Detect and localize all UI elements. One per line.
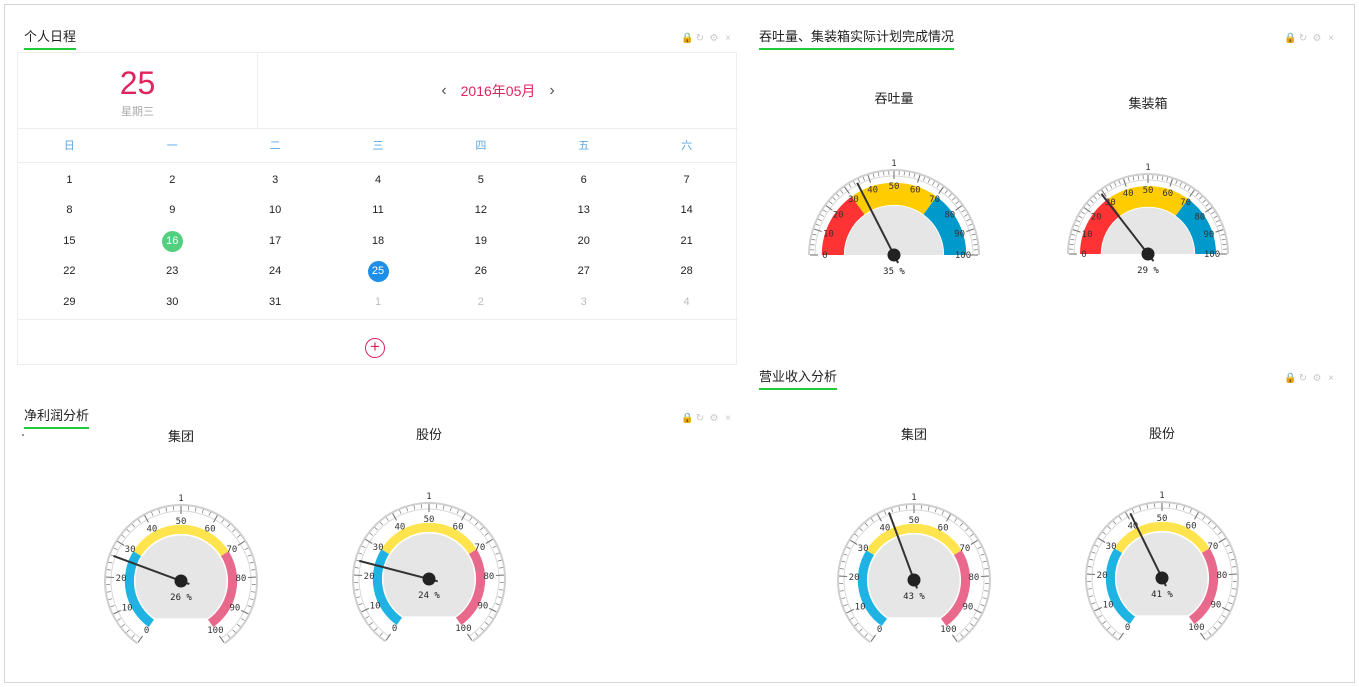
gauge-tick xyxy=(1094,544,1099,548)
gauge-top-label: 1 xyxy=(1159,491,1164,501)
gauge-tick xyxy=(1208,631,1212,636)
gauge-tick-label: 50 xyxy=(1157,514,1168,524)
gauge-tick-label: 20 xyxy=(1097,571,1108,581)
gauge-tick xyxy=(1232,566,1237,568)
gauge-tick-label: 10 xyxy=(1103,600,1114,610)
gauge-tick xyxy=(1087,566,1092,568)
gauge-tick xyxy=(1089,558,1094,561)
gauge-tick xyxy=(1091,551,1096,554)
share-revenue-gauge: 0102030405060708090100141 % xyxy=(1085,491,1239,642)
gauge-tick-label: 80 xyxy=(1216,571,1227,581)
gauge-tick xyxy=(1091,602,1096,605)
gauge-hub xyxy=(1155,571,1169,585)
gauge-tick xyxy=(1102,531,1107,535)
gauge-tick xyxy=(1118,516,1122,520)
gauge-tick xyxy=(1112,631,1116,636)
gauge-tick xyxy=(1230,595,1235,598)
gauge-tick xyxy=(1225,544,1230,548)
gauge-tick-label: 70 xyxy=(1207,542,1218,552)
gauge-tick-label: 60 xyxy=(1186,522,1197,532)
gauge-tick xyxy=(1107,626,1111,630)
gauge-tick xyxy=(1087,588,1092,590)
gauge-readout: 41 % xyxy=(1151,590,1173,600)
gauge-tick xyxy=(1213,526,1217,530)
gauge-tick xyxy=(1139,506,1142,511)
gauge-tick xyxy=(1217,531,1222,535)
gauge-tick xyxy=(1228,551,1233,554)
gauge-tick xyxy=(1112,520,1117,525)
gauge-tick xyxy=(1146,504,1149,509)
gauge-tick-label: 30 xyxy=(1106,542,1117,552)
gauge-tick-label: 0 xyxy=(1125,623,1130,633)
gauge-tick xyxy=(1102,621,1106,625)
gauge-tick xyxy=(1175,504,1178,509)
gauge-tick xyxy=(1202,516,1206,520)
gauge-tick-label: 100 xyxy=(1188,623,1204,633)
gauge-tick xyxy=(1207,520,1212,525)
gauge-tick xyxy=(1189,508,1192,513)
gauge-tick xyxy=(1213,626,1217,630)
gauge-tick xyxy=(1132,508,1135,513)
gauge-tick xyxy=(1230,558,1235,561)
gauge-tick xyxy=(1089,595,1094,598)
gauge-tick xyxy=(1232,588,1237,590)
gauge-tick xyxy=(1222,615,1226,618)
gauge-tick xyxy=(1098,615,1102,618)
gauge-tick xyxy=(1182,506,1185,511)
gauge-tick xyxy=(1218,621,1222,625)
gauge-tick xyxy=(1107,526,1111,530)
gauge-tick xyxy=(1228,602,1233,605)
gauge-tick-label: 90 xyxy=(1210,600,1221,610)
